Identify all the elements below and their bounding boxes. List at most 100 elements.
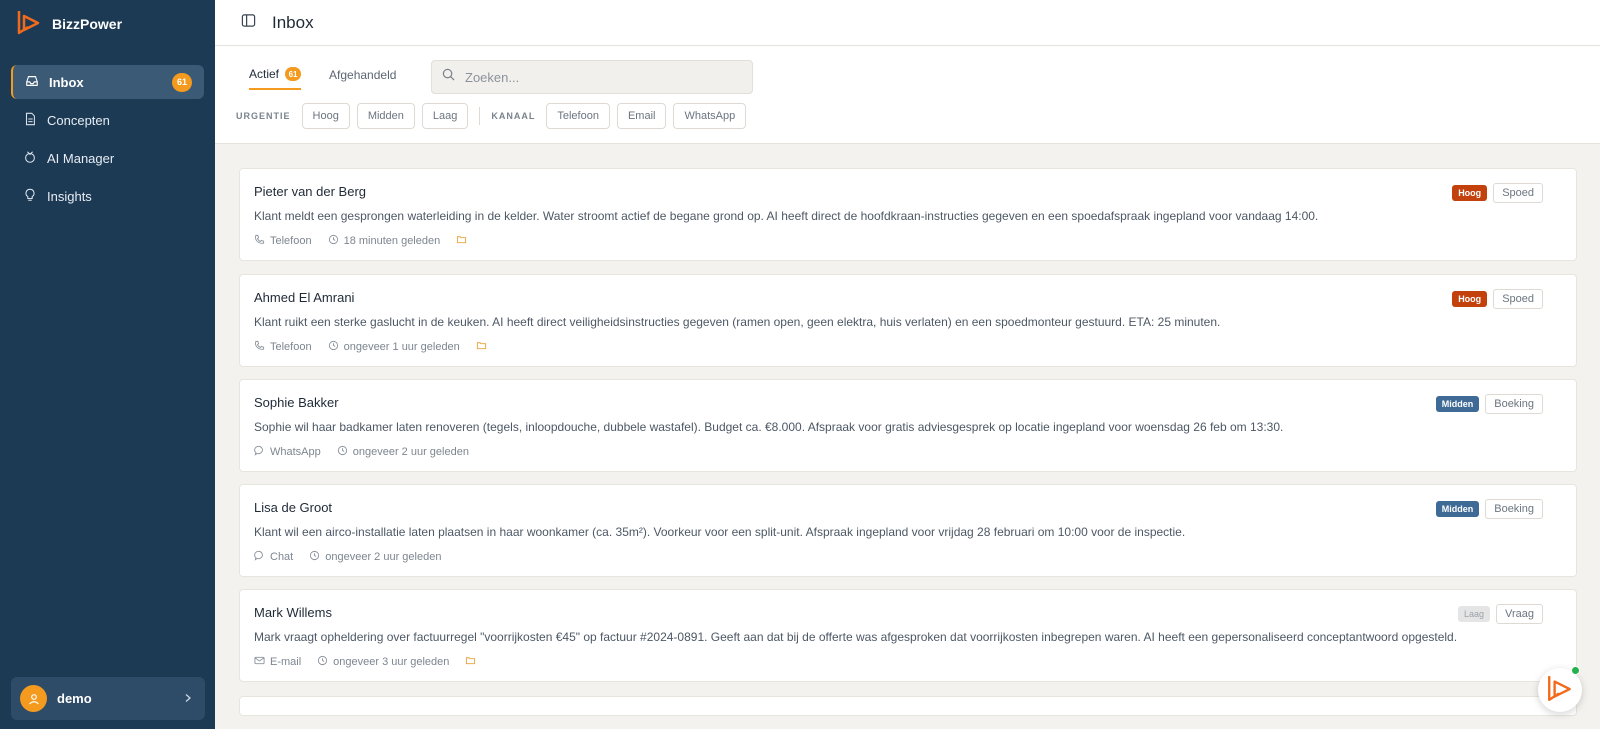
filter-chip-laag[interactable]: Laag (421, 103, 469, 129)
urgency-badge: Midden (1435, 501, 1480, 517)
document-icon (23, 112, 37, 129)
folder-icon (465, 655, 476, 669)
message-tags: Midden Boeking (1435, 394, 1543, 414)
filter-chip-whatsapp[interactable]: WhatsApp (673, 103, 747, 129)
type-badge: Boeking (1485, 499, 1543, 519)
clock-icon (317, 655, 328, 669)
channel-label: WhatsApp (270, 446, 321, 458)
message-card[interactable]: Ahmed El Amrani Klant ruikt een sterke ga… (239, 274, 1577, 367)
phone-icon (254, 340, 265, 354)
filter-divider (479, 107, 481, 125)
channel-label: E-mail (270, 656, 302, 668)
sidebar: BizzPower Inbox 61 Concepten AI Manager (0, 0, 215, 729)
search-input[interactable] (465, 69, 735, 85)
sidebar-nav: Inbox 61 Concepten AI Manager Insights (0, 65, 215, 213)
sidebar-item-insights[interactable]: Insights (11, 179, 204, 213)
message-meta: Telefoon ongeveer 1 uur geleden (254, 340, 487, 354)
sender-name: Pieter van der Berg (254, 184, 367, 199)
folder-icon (476, 340, 487, 354)
tab-afgehandeld[interactable]: Afgehandeld (329, 60, 396, 90)
tab-actief[interactable]: Actief 61 (249, 60, 302, 90)
message-tags: Hoog Spoed (1452, 183, 1543, 203)
urgency-filter-label: URGENTIE (236, 111, 291, 121)
filter-chip-hoog[interactable]: Hoog (301, 103, 350, 129)
urgency-badge: Hoog (1452, 185, 1488, 201)
sidebar-item-inbox[interactable]: Inbox 61 (11, 65, 204, 99)
tab-count-badge: 61 (285, 67, 302, 81)
phone-icon (254, 234, 265, 248)
type-badge: Vraag (1496, 604, 1543, 624)
message-summary: Klant meldt een gesprongen waterleiding … (254, 209, 1319, 223)
message-meta: Chat ongeveer 2 uur geleden (254, 550, 441, 564)
chevron-right-icon (183, 690, 193, 708)
tab-label: Afgehandeld (329, 68, 397, 82)
message-summary: Mark vraagt opheldering over factuurrege… (254, 630, 1458, 644)
sidebar-item-label: AI Manager (47, 150, 115, 166)
brand[interactable]: BizzPower (0, 0, 215, 48)
channel-filter-label: KANAAL (491, 111, 536, 121)
mail-icon (254, 655, 265, 669)
sidebar-toggle-icon[interactable] (241, 13, 256, 33)
main-area: Inbox Actief 61 Afgehandeld URGENTIE Hoo… (215, 0, 1600, 729)
bizzpower-logo-icon (1546, 674, 1574, 707)
sidebar-item-concepten[interactable]: Concepten (11, 103, 204, 137)
topbar: Inbox (215, 0, 1600, 46)
sidebar-item-label: Insights (47, 188, 92, 204)
type-badge: Boeking (1485, 394, 1543, 414)
message-tags: Hoog Spoed (1452, 289, 1543, 309)
assistant-button[interactable] (1538, 666, 1582, 712)
timestamp: ongeveer 2 uur geleden (325, 551, 442, 563)
message-card[interactable]: Pieter van der Berg Klant meldt een gespr… (239, 168, 1577, 261)
brand-name: BizzPower (52, 16, 123, 32)
sidebar-item-ai-manager[interactable]: AI Manager (11, 141, 204, 175)
urgency-badge: Midden (1435, 396, 1480, 412)
message-summary: Klant ruikt een sterke gaslucht in de ke… (254, 315, 1221, 329)
user-menu[interactable]: demo (11, 677, 205, 720)
filter-chip-email[interactable]: Email (616, 103, 667, 129)
chat-bubble-icon (254, 550, 265, 564)
message-meta: Telefoon 18 minuten geleden (254, 234, 467, 248)
search-box (431, 60, 753, 94)
sender-name: Ahmed El Amrani (254, 290, 355, 305)
timestamp: ongeveer 2 uur geleden (352, 446, 469, 458)
message-meta: WhatsApp ongeveer 2 uur geleden (254, 445, 469, 459)
sidebar-item-label: Inbox (49, 74, 84, 90)
inbox-toolbar: Actief 61 Afgehandeld URGENTIE Hoog Midd… (215, 46, 1600, 144)
urgency-badge: Laag (1458, 606, 1491, 622)
message-card[interactable] (239, 696, 1577, 716)
sender-name: Sophie Bakker (254, 395, 339, 410)
folder-icon (456, 234, 467, 248)
sidebar-item-label: Concepten (47, 112, 110, 128)
message-summary: Klant wil een airco-installatie laten pl… (254, 525, 1186, 539)
inbox-tabs: Actief 61 Afgehandeld (249, 60, 396, 90)
type-badge: Spoed (1493, 289, 1543, 309)
clock-icon (328, 340, 339, 354)
online-status-dot (1571, 666, 1580, 675)
user-name: demo (57, 691, 92, 706)
page-title: Inbox (272, 12, 314, 32)
tab-label: Actief (249, 67, 280, 81)
filter-chip-midden[interactable]: Midden (356, 103, 415, 129)
channel-label: Chat (270, 551, 294, 563)
message-card[interactable]: Mark Willems Mark vraagt opheldering over… (239, 589, 1577, 682)
timestamp: 18 minuten geleden (343, 235, 441, 247)
bizzpower-logo-icon (16, 9, 42, 40)
clock-icon (337, 445, 348, 459)
avatar (20, 685, 47, 712)
timestamp: ongeveer 1 uur geleden (343, 341, 460, 353)
urgency-badge: Hoog (1452, 291, 1488, 307)
user-icon (28, 693, 39, 704)
clock-icon (309, 550, 320, 564)
clock-icon (328, 234, 339, 248)
message-card[interactable]: Sophie Bakker Sophie wil haar badkamer la… (239, 379, 1577, 472)
inbox-icon (25, 74, 39, 91)
type-badge: Spoed (1493, 183, 1543, 203)
chat-bubble-icon (254, 445, 265, 459)
filter-chip-telefoon[interactable]: Telefoon (546, 103, 610, 129)
message-card[interactable]: Lisa de Groot Klant wil een airco-install… (239, 484, 1577, 577)
filter-bar: URGENTIE Hoog Midden Laag KANAAL Telefoo… (236, 103, 747, 129)
channel-label: Telefoon (270, 341, 312, 353)
message-tags: Laag Vraag (1458, 604, 1543, 624)
lightbulb-icon (23, 188, 37, 205)
timestamp: ongeveer 3 uur geleden (333, 656, 450, 668)
